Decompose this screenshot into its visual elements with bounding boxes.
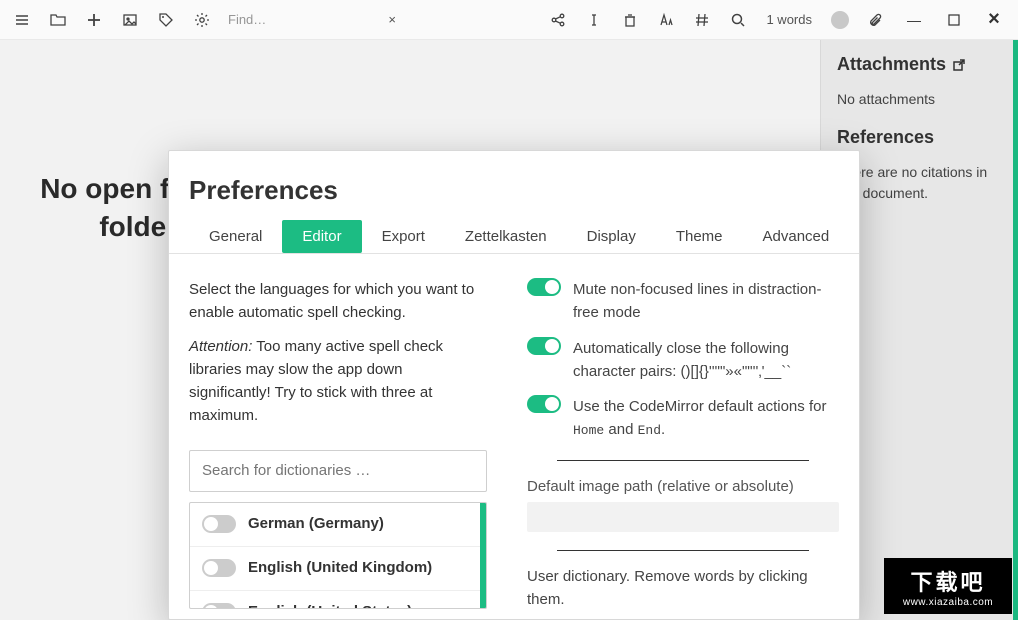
find-placeholder-text: Find…	[228, 12, 266, 27]
tab-theme[interactable]: Theme	[656, 220, 743, 253]
tab-export[interactable]: Export	[362, 220, 445, 253]
dictionary-list: German (Germany) English (United Kingdom…	[189, 502, 487, 610]
image-icon[interactable]	[114, 4, 146, 36]
share-icon[interactable]	[542, 4, 574, 36]
option-mute-lines: Mute non-focused lines in distraction-fr…	[527, 278, 839, 325]
toggle-german[interactable]	[202, 515, 236, 533]
menu-icon[interactable]	[6, 4, 38, 36]
trash-icon[interactable]	[614, 4, 646, 36]
clear-find-icon[interactable]: ×	[388, 12, 396, 27]
spellcheck-column: Select the languages for which you want …	[169, 254, 507, 619]
dict-item-english-uk[interactable]: English (United Kingdom)	[190, 547, 486, 591]
watermark-big: 下载吧	[910, 565, 985, 597]
spellcheck-intro: Select the languages for which you want …	[189, 278, 487, 325]
tab-display[interactable]: Display	[567, 220, 656, 253]
search-icon[interactable]	[722, 4, 754, 36]
option-label: Mute non-focused lines in distraction-fr…	[573, 278, 839, 325]
toggle-mute-lines[interactable]	[527, 278, 561, 296]
attachment-icon[interactable]	[860, 4, 892, 36]
dict-label: English (United Kingdom)	[248, 556, 432, 579]
dictionary-search-input[interactable]	[189, 450, 487, 492]
dict-item-german[interactable]: German (Germany)	[190, 503, 486, 547]
preferences-tabs: General Editor Export Zettelkasten Displ…	[169, 220, 859, 254]
maximize-button[interactable]	[936, 4, 972, 36]
tab-zettelkasten[interactable]: Zettelkasten	[445, 220, 567, 253]
tag-icon[interactable]	[150, 4, 182, 36]
separator	[557, 460, 809, 461]
font-icon[interactable]	[650, 4, 682, 36]
user-dictionary-label: User dictionary. Remove words by clickin…	[527, 565, 839, 612]
external-link-icon[interactable]	[952, 58, 966, 72]
no-citations-text: There are no citations in this document.	[837, 162, 1002, 203]
toggle-home-end[interactable]	[527, 395, 561, 413]
status-dot	[824, 4, 856, 36]
word-count[interactable]: 1 words	[758, 12, 820, 27]
image-path-input[interactable]	[527, 502, 839, 532]
no-attachments-text: No attachments	[837, 89, 1002, 109]
dialog-title: Preferences	[169, 151, 859, 220]
tab-advanced[interactable]: Advanced	[743, 220, 850, 253]
accent-bar	[1013, 40, 1018, 620]
toggle-english-us[interactable]	[202, 603, 236, 609]
folder-open-icon[interactable]	[42, 4, 74, 36]
plus-icon[interactable]	[78, 4, 110, 36]
preferences-dialog: Preferences General Editor Export Zettel…	[168, 150, 860, 620]
main-toolbar: Find… × 1 words — ×	[0, 0, 1018, 40]
close-window-button[interactable]: ×	[976, 4, 1012, 36]
separator	[557, 550, 809, 551]
dict-label: German (Germany)	[248, 512, 384, 535]
toggle-auto-close[interactable]	[527, 337, 561, 355]
dict-scrollbar[interactable]	[480, 503, 486, 609]
minimize-button[interactable]: —	[896, 4, 932, 36]
option-label: Use the CodeMirror default actions for H…	[573, 395, 839, 442]
cursor-icon[interactable]	[578, 4, 610, 36]
settings-icon[interactable]	[186, 4, 218, 36]
dict-label: English (United States)	[248, 600, 412, 609]
hash-icon[interactable]	[686, 4, 718, 36]
tab-general[interactable]: General	[189, 220, 282, 253]
editor-options-column: Mute non-focused lines in distraction-fr…	[507, 254, 859, 619]
references-heading: References	[837, 127, 1002, 148]
option-auto-close-pairs: Automatically close the following charac…	[527, 337, 839, 384]
dict-item-english-us[interactable]: English (United States)	[190, 591, 486, 610]
image-path-label: Default image path (relative or absolute…	[527, 475, 839, 498]
attention-label: Attention:	[189, 338, 252, 355]
option-codemirror-home-end: Use the CodeMirror default actions for H…	[527, 395, 839, 442]
spellcheck-attention: Attention: Too many active spell check l…	[189, 335, 487, 428]
toggle-english-uk[interactable]	[202, 559, 236, 577]
attachments-title-text: Attachments	[837, 54, 946, 75]
watermark-badge: 下载吧 www.xiazaiba.com	[884, 558, 1012, 614]
watermark-small: www.xiazaiba.com	[903, 597, 993, 608]
tab-editor[interactable]: Editor	[282, 220, 361, 253]
attachments-heading: Attachments	[837, 54, 1002, 75]
find-input[interactable]: Find… ×	[222, 7, 402, 33]
option-label: Automatically close the following charac…	[573, 337, 839, 384]
